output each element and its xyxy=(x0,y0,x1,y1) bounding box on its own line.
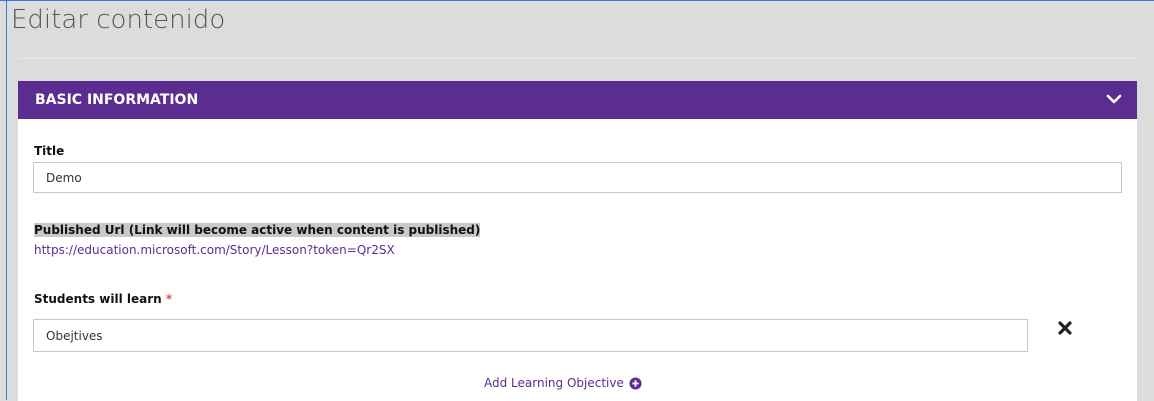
plus-circle-icon xyxy=(629,376,642,390)
add-learning-objective-button[interactable]: Add Learning Objective xyxy=(484,376,642,390)
add-learning-objective-label: Add Learning Objective xyxy=(484,376,624,390)
required-marker: * xyxy=(165,292,173,306)
close-icon[interactable] xyxy=(1057,320,1073,336)
page-title: Editar contenido xyxy=(11,5,226,35)
title-input[interactable]: Demo xyxy=(33,162,1122,193)
objectives-label-text: Students will learn xyxy=(34,292,162,306)
objective-input[interactable]: Obejtives xyxy=(33,319,1028,352)
panel-header-title: BASIC INFORMATION xyxy=(35,92,199,108)
basic-information-header[interactable]: BASIC INFORMATION xyxy=(18,81,1137,119)
objectives-label: Students will learn * xyxy=(34,292,172,306)
published-url-link[interactable]: https://education.microsoft.com/Story/Le… xyxy=(34,243,395,257)
published-url-label: Published Url (Link will become active w… xyxy=(34,223,481,237)
title-label: Title xyxy=(34,144,65,158)
title-divider xyxy=(18,58,1137,59)
window-top-border xyxy=(0,0,1154,1)
window-left-border xyxy=(6,0,7,400)
basic-information-panel: BASIC INFORMATION Title Demo Published U… xyxy=(18,81,1137,401)
chevron-down-icon[interactable] xyxy=(1105,90,1123,108)
